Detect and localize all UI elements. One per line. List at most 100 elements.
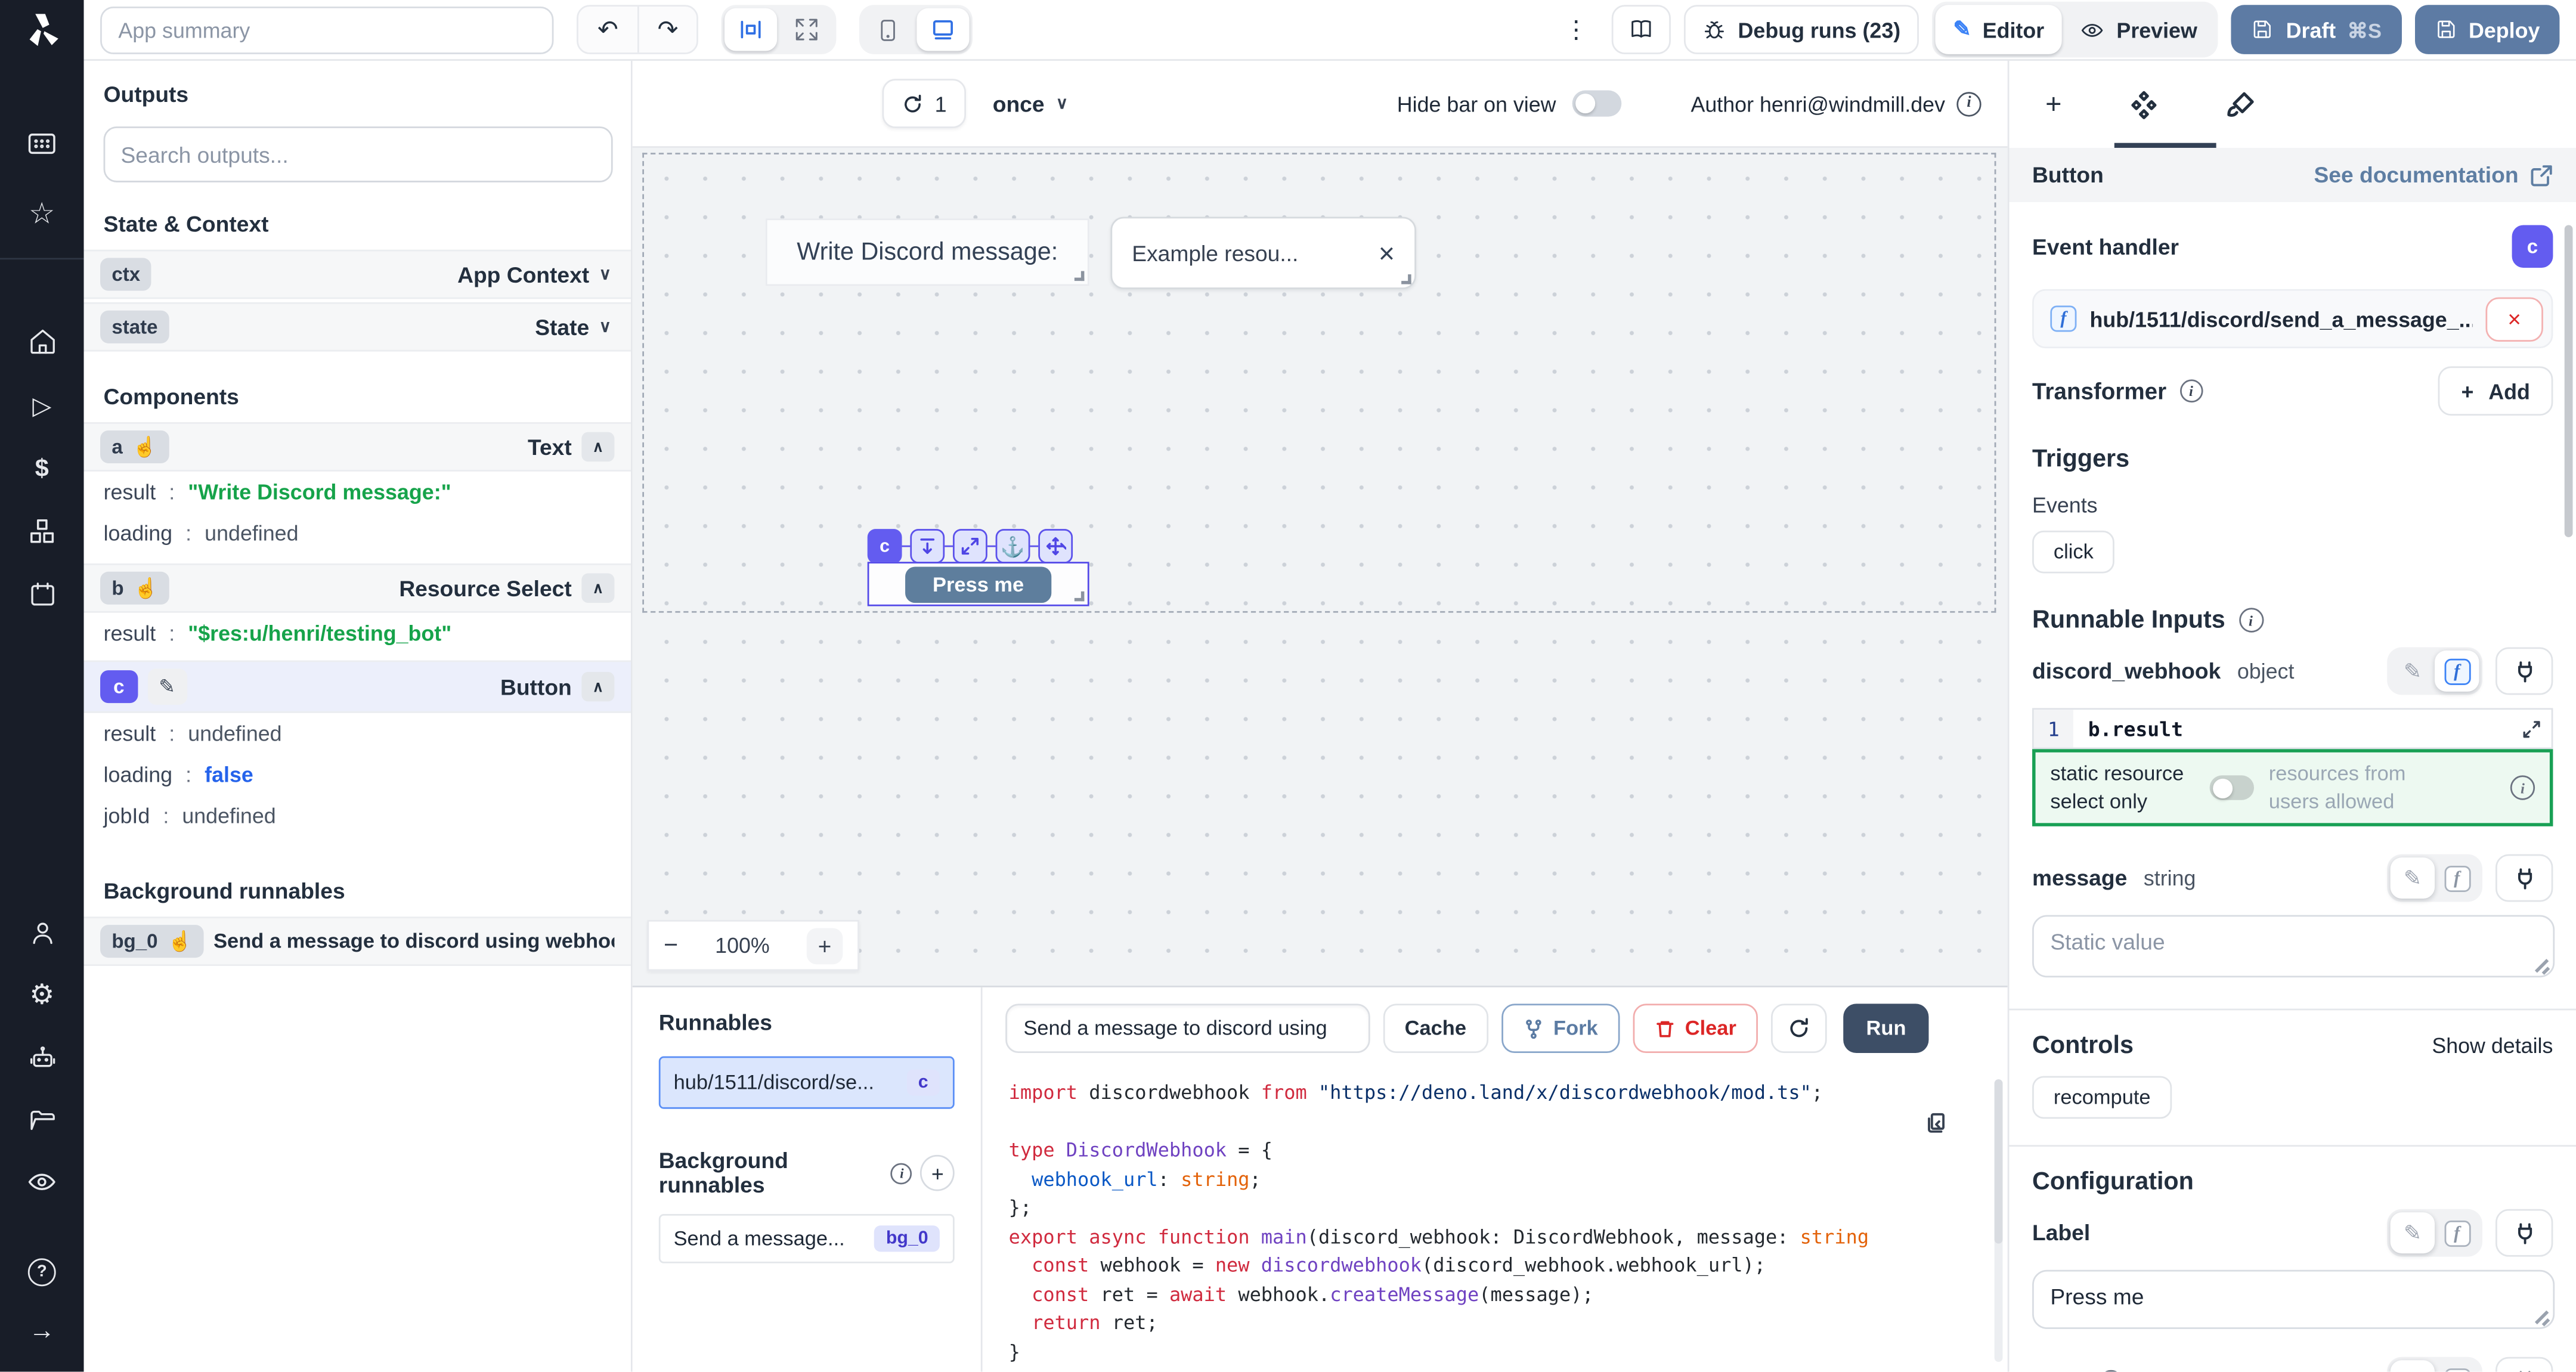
- connect-plug-button[interactable]: [2496, 648, 2553, 695]
- styling-brush-tab[interactable]: [2226, 89, 2256, 119]
- pencil-icon[interactable]: ✎: [147, 668, 187, 705]
- label-value-input[interactable]: Press me: [2032, 1270, 2555, 1329]
- folders-icon[interactable]: [22, 1101, 61, 1140]
- app-summary-input[interactable]: [100, 6, 553, 54]
- fullwidth-layout-button[interactable]: [781, 8, 833, 51]
- resize-handle[interactable]: [1075, 271, 1085, 281]
- help-icon[interactable]: ?: [22, 1252, 61, 1291]
- component-row-a[interactable]: a☝ Text ∧: [84, 422, 631, 472]
- tab-preview[interactable]: Preview: [2063, 5, 2216, 54]
- connect-plug-button[interactable]: [2496, 1357, 2553, 1372]
- inspector-scrollbar[interactable]: [2565, 225, 2573, 537]
- connect-plug-button[interactable]: [2496, 1209, 2553, 1257]
- see-documentation-link[interactable]: See documentation: [2314, 163, 2553, 187]
- draft-save-button[interactable]: Draft ⌘S: [2232, 5, 2401, 54]
- apps-board-icon[interactable]: [22, 123, 61, 163]
- home-icon[interactable]: [22, 322, 61, 361]
- remove-handler-button[interactable]: ×: [2485, 296, 2543, 340]
- resources-cubes-icon[interactable]: [22, 511, 61, 550]
- expand-editor-icon[interactable]: [2512, 710, 2552, 747]
- script-name-input[interactable]: [1005, 1004, 1370, 1053]
- dock-bottom-icon[interactable]: [910, 529, 945, 563]
- hide-bar-toggle[interactable]: [1572, 91, 1622, 117]
- zoom-in-button[interactable]: +: [807, 927, 843, 964]
- desktop-view-button[interactable]: [917, 8, 969, 51]
- insert-component-tab[interactable]: +: [2045, 88, 2061, 120]
- collapse-button[interactable]: ∧: [581, 574, 614, 603]
- text-component[interactable]: Write Discord message:: [766, 218, 1089, 286]
- refresh-mode-dropdown[interactable]: once ∨: [993, 91, 1072, 116]
- pencil-icon[interactable]: ✎: [2391, 857, 2435, 899]
- runnable-item-selected[interactable]: hub/1511/discord/se... c: [659, 1057, 955, 1109]
- code-block[interactable]: import discordwebhook from "https://deno…: [1009, 1079, 1985, 1372]
- event-click-chip[interactable]: click: [2032, 531, 2115, 574]
- collapse-button[interactable]: ∧: [581, 432, 614, 462]
- workers-robot-icon[interactable]: [22, 1038, 61, 1077]
- debug-runs-button[interactable]: Debug runs (23): [1684, 5, 1919, 54]
- component-settings-tab[interactable]: [2129, 89, 2159, 119]
- chevron-down-icon[interactable]: ∨: [599, 318, 615, 336]
- more-options-button[interactable]: ⋮: [1554, 15, 1598, 45]
- zoom-out-button[interactable]: −: [664, 931, 678, 959]
- settings-gear-icon[interactable]: ⚙: [22, 976, 61, 1015]
- info-icon[interactable]: i: [2100, 1369, 2123, 1371]
- resource-select-component[interactable]: Example resou... ×: [1110, 217, 1416, 289]
- resize-handle[interactable]: [1075, 591, 1085, 602]
- chevron-down-icon[interactable]: ∨: [599, 265, 615, 283]
- cache-button[interactable]: Cache: [1383, 1004, 1488, 1053]
- undo-button[interactable]: ↶: [578, 7, 637, 52]
- anchor-icon[interactable]: ⚓: [996, 529, 1030, 563]
- schedules-calendar-icon[interactable]: [22, 575, 61, 614]
- windmill-logo-icon[interactable]: [22, 10, 61, 49]
- background-runnable-row[interactable]: bg_0☝ Send a message to discord using we…: [84, 916, 631, 966]
- show-details-link[interactable]: Show details: [2432, 1033, 2553, 1058]
- deploy-button[interactable]: Deploy: [2414, 5, 2559, 54]
- expand-icon[interactable]: [953, 529, 987, 563]
- refresh-code-button[interactable]: [1771, 1004, 1827, 1053]
- output-row-ctx[interactable]: ctx App Context ∨: [84, 250, 631, 299]
- info-icon[interactable]: i: [2179, 379, 2203, 402]
- function-mode-button[interactable]: f: [2435, 857, 2479, 899]
- docs-book-button[interactable]: [1611, 5, 1670, 54]
- add-background-runnable-button[interactable]: +: [921, 1155, 955, 1191]
- pencil-icon[interactable]: ✎: [2391, 1360, 2435, 1371]
- clear-selection-icon[interactable]: ×: [1379, 239, 1395, 267]
- collapse-arrow-icon[interactable]: →: [22, 1312, 61, 1352]
- expression-editor-row[interactable]: 1 b.result: [2032, 708, 2553, 749]
- favorites-star-icon[interactable]: ☆: [22, 194, 61, 233]
- clear-button[interactable]: Clear: [1633, 1004, 1758, 1053]
- message-static-input[interactable]: [2032, 915, 2555, 978]
- tab-editor[interactable]: ✎ Editor: [1935, 5, 2062, 54]
- connect-plug-button[interactable]: [2496, 854, 2553, 902]
- pencil-icon[interactable]: ✎: [2391, 651, 2435, 692]
- info-icon[interactable]: i: [891, 1162, 912, 1184]
- run-button[interactable]: Run: [1843, 1004, 1929, 1053]
- refresh-count-button[interactable]: 1: [882, 79, 966, 128]
- function-mode-button[interactable]: f: [2435, 651, 2479, 692]
- info-icon[interactable]: i: [2238, 608, 2263, 632]
- fork-button[interactable]: Fork: [1501, 1004, 1620, 1053]
- component-row-b[interactable]: b☝ Resource Select ∧: [84, 563, 631, 613]
- output-row-state[interactable]: state State ∨: [84, 302, 631, 352]
- copy-code-icon[interactable]: [1925, 1112, 1949, 1135]
- function-mode-button[interactable]: f: [2435, 1212, 2479, 1253]
- function-mode-button[interactable]: f: [2435, 1360, 2479, 1371]
- add-transformer-button[interactable]: +Add: [2438, 366, 2553, 416]
- center-layout-button[interactable]: [724, 8, 777, 51]
- background-runnable-item[interactable]: Send a message... bg_0: [659, 1214, 955, 1263]
- audit-eye-icon[interactable]: [22, 1162, 61, 1201]
- pencil-icon[interactable]: ✎: [2391, 1212, 2435, 1253]
- runs-play-icon[interactable]: ▷: [22, 386, 61, 425]
- recompute-chip[interactable]: recompute: [2032, 1076, 2172, 1119]
- canvas-button-component[interactable]: Press me: [905, 566, 1052, 602]
- static-resource-toggle[interactable]: [2210, 775, 2254, 800]
- collapse-button[interactable]: ∧: [581, 672, 614, 702]
- info-icon[interactable]: i: [1956, 91, 1981, 116]
- redo-button[interactable]: ↷: [637, 7, 696, 52]
- mobile-view-button[interactable]: [862, 8, 913, 51]
- move-icon[interactable]: [1038, 529, 1073, 563]
- info-icon[interactable]: i: [2510, 775, 2535, 800]
- users-person-icon[interactable]: [22, 913, 61, 953]
- search-outputs-input[interactable]: [103, 126, 612, 182]
- canvas-area[interactable]: Write Discord message: Example resou... …: [633, 148, 2008, 986]
